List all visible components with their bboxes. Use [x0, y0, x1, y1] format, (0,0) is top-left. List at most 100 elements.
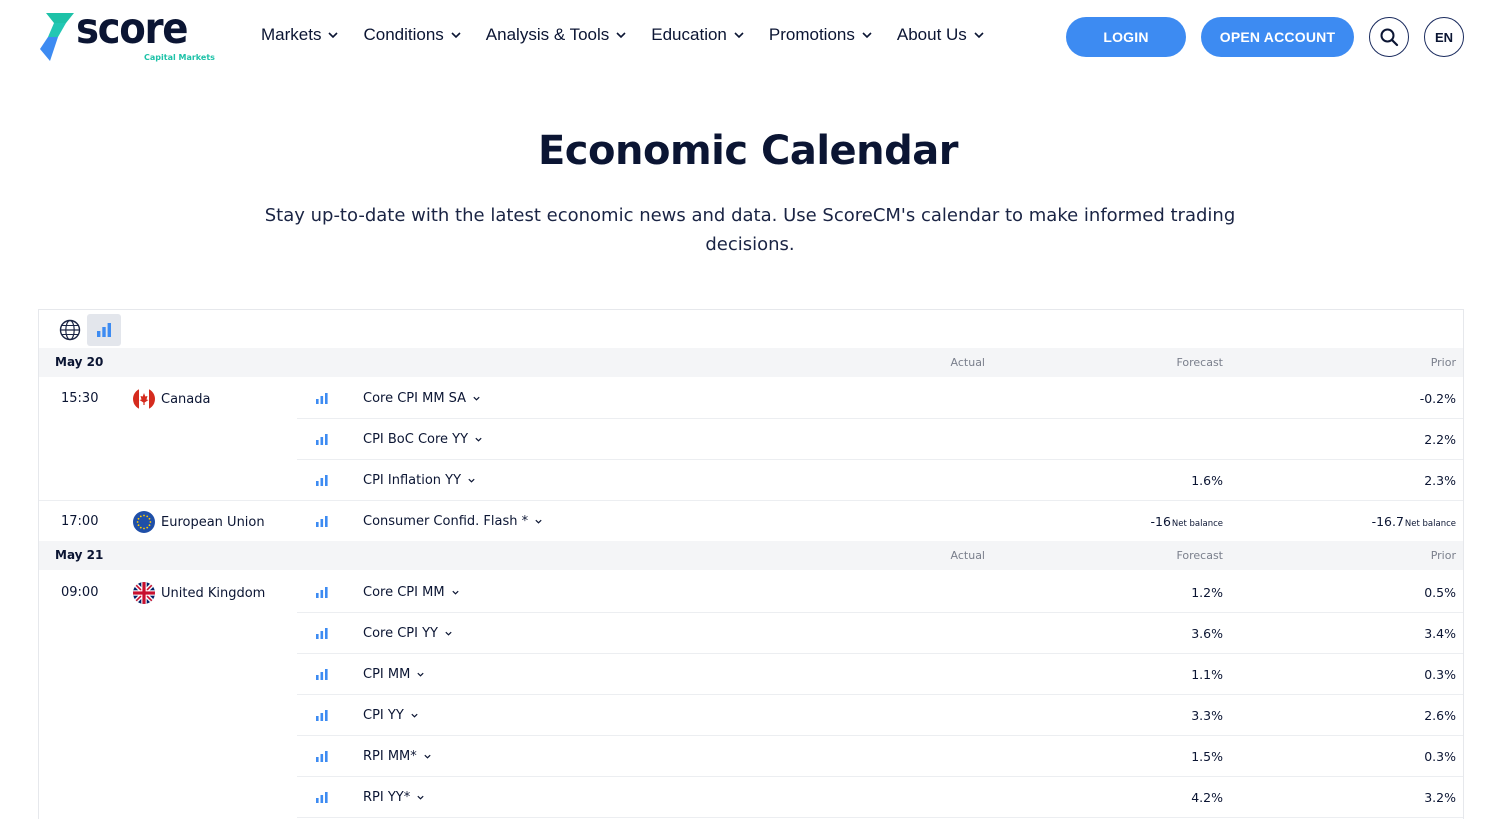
- login-button[interactable]: LOGIN: [1066, 17, 1186, 57]
- date-label: May 21: [55, 548, 104, 562]
- importance-bars-icon: [316, 669, 328, 680]
- forecast-column-header: Forecast: [1176, 549, 1223, 562]
- chevron-down-icon: [451, 590, 459, 595]
- prior-number: -16.7: [1371, 514, 1404, 529]
- brand-tagline: Capital Markets: [144, 53, 215, 62]
- nav-label: Education: [651, 25, 727, 44]
- event-label: Core CPI MM: [363, 585, 445, 600]
- prior-value: 2.2%: [1424, 432, 1456, 447]
- chevron-down-icon: [475, 437, 482, 442]
- nav-about-us[interactable]: About Us: [897, 24, 985, 46]
- event-label: Core CPI MM SA: [363, 391, 467, 406]
- search-button[interactable]: [1369, 17, 1409, 57]
- event-name[interactable]: CPI BoC Core YY: [363, 432, 483, 447]
- event-row[interactable]: RPI YY* 4.2% 3.2%: [39, 777, 1463, 818]
- event-label: CPI MM: [363, 667, 411, 682]
- nav-conditions[interactable]: Conditions: [363, 24, 461, 46]
- event-label: CPI BoC Core YY: [363, 432, 469, 447]
- actual-column-header: Actual: [950, 549, 985, 562]
- date-header: May 21 Actual Forecast Prior: [39, 541, 1463, 570]
- site-header: score Capital Markets Markets Conditions…: [0, 0, 1496, 75]
- event-label: RPI YY*: [363, 790, 411, 805]
- country-name: European Union: [161, 514, 265, 530]
- forecast-value: 3.3%: [1191, 708, 1223, 723]
- importance-bars-icon: [316, 434, 328, 445]
- event-row[interactable]: 17:00 European Union Consumer Confid. Fl…: [39, 501, 1463, 542]
- event-row[interactable]: CPI Inflation YY 1.6% 2.3%: [39, 460, 1463, 501]
- date-header: May 20 Actual Forecast Prior: [39, 348, 1463, 377]
- importance-bars-icon: [316, 475, 328, 486]
- row-divider: [297, 817, 1463, 818]
- event-row[interactable]: CPI YY 3.3% 2.6%: [39, 695, 1463, 736]
- chevron-down-icon: [468, 478, 475, 483]
- importance-bars-icon: [316, 516, 328, 527]
- event-name[interactable]: Core CPI MM: [363, 585, 460, 600]
- open-account-button[interactable]: OPEN ACCOUNT: [1201, 17, 1354, 57]
- prior-value: 2.6%: [1424, 708, 1456, 723]
- event-name[interactable]: CPI MM: [363, 667, 425, 682]
- event-country: European Union: [133, 511, 265, 533]
- prior-value: 3.4%: [1424, 626, 1456, 641]
- event-row[interactable]: 09:00 United Kingdom Core CPI MM 1.2% 0.…: [39, 572, 1463, 613]
- page-title: Economic Calendar: [537, 128, 959, 174]
- event-time: 09:00: [61, 585, 99, 600]
- event-row[interactable]: RPI MM* 1.5% 0.3%: [39, 736, 1463, 777]
- event-name[interactable]: Core CPI YY: [363, 626, 453, 641]
- nav-education[interactable]: Education: [651, 24, 745, 46]
- event-name[interactable]: Core CPI MM SA: [363, 391, 481, 406]
- chevron-down-icon: [328, 32, 339, 39]
- event-row[interactable]: Core CPI YY 3.6% 3.4%: [39, 613, 1463, 654]
- chevron-down-icon: [862, 32, 872, 39]
- nav-label: Analysis & Tools: [485, 25, 610, 44]
- chevron-down-icon: [424, 754, 431, 759]
- prior-value: 3.2%: [1424, 790, 1456, 805]
- importance-filter-button[interactable]: [87, 314, 121, 346]
- calendar-toolbar: [53, 314, 121, 346]
- event-row[interactable]: 15:30 Canada Core CPI MM SA -0.2%: [39, 378, 1463, 419]
- event-time: 17:00: [61, 514, 99, 529]
- event-time: 15:30: [61, 391, 99, 406]
- chevron-down-icon: [535, 519, 542, 524]
- nav-analysis-tools[interactable]: Analysis & Tools: [486, 24, 627, 46]
- importance-bars-icon: [316, 587, 328, 598]
- nav-label: Promotions: [768, 25, 855, 44]
- event-name[interactable]: CPI Inflation YY: [363, 473, 476, 488]
- forecast-unit: Net balance: [1171, 519, 1223, 529]
- search-icon: [1380, 28, 1399, 47]
- country-filter-button[interactable]: [53, 314, 87, 346]
- forecast-value: 3.6%: [1191, 626, 1223, 641]
- importance-bars-icon: [316, 628, 328, 639]
- event-name[interactable]: CPI YY: [363, 708, 419, 723]
- nav-label: Conditions: [363, 25, 444, 44]
- event-name[interactable]: RPI YY*: [363, 790, 425, 805]
- event-row[interactable]: CPI BoC Core YY 2.2%: [39, 419, 1463, 460]
- event-name[interactable]: RPI MM*: [363, 749, 432, 764]
- page-subtitle: Stay up-to-date with the latest economic…: [264, 205, 1236, 255]
- forecast-column-header: Forecast: [1176, 356, 1223, 369]
- chevron-down-icon: [417, 672, 424, 677]
- prior-value: 0.3%: [1424, 667, 1456, 682]
- brand-name: score: [76, 4, 188, 54]
- nav-promotions[interactable]: Promotions: [769, 24, 873, 46]
- actual-column-header: Actual: [950, 356, 985, 369]
- economic-calendar: May 20 Actual Forecast Prior 15:30 Canad…: [38, 309, 1464, 819]
- forecast-value: 1.2%: [1191, 585, 1223, 600]
- importance-bars-icon: [316, 792, 328, 803]
- event-name[interactable]: Consumer Confid. Flash *: [363, 514, 543, 529]
- bar-chart-icon: [97, 323, 111, 337]
- prior-column-header: Prior: [1430, 549, 1456, 562]
- country-name: United Kingdom: [161, 585, 266, 601]
- event-row[interactable]: CPI MM 1.1% 0.3%: [39, 654, 1463, 695]
- chevron-down-icon: [734, 32, 744, 39]
- event-label: CPI Inflation YY: [363, 473, 462, 488]
- event-label: Consumer Confid. Flash *: [363, 514, 529, 529]
- chevron-down-icon: [411, 713, 418, 718]
- brand-logo[interactable]: score Capital Markets: [36, 4, 215, 66]
- nav-markets[interactable]: Markets: [261, 24, 339, 46]
- language-button[interactable]: EN: [1424, 17, 1464, 57]
- uk-flag-icon: [133, 582, 155, 604]
- country-name: Canada: [161, 391, 211, 407]
- nav-label: Markets: [261, 25, 322, 44]
- chevron-down-icon: [451, 32, 461, 39]
- main-nav: Markets Conditions Analysis & Tools Educ…: [261, 24, 1009, 46]
